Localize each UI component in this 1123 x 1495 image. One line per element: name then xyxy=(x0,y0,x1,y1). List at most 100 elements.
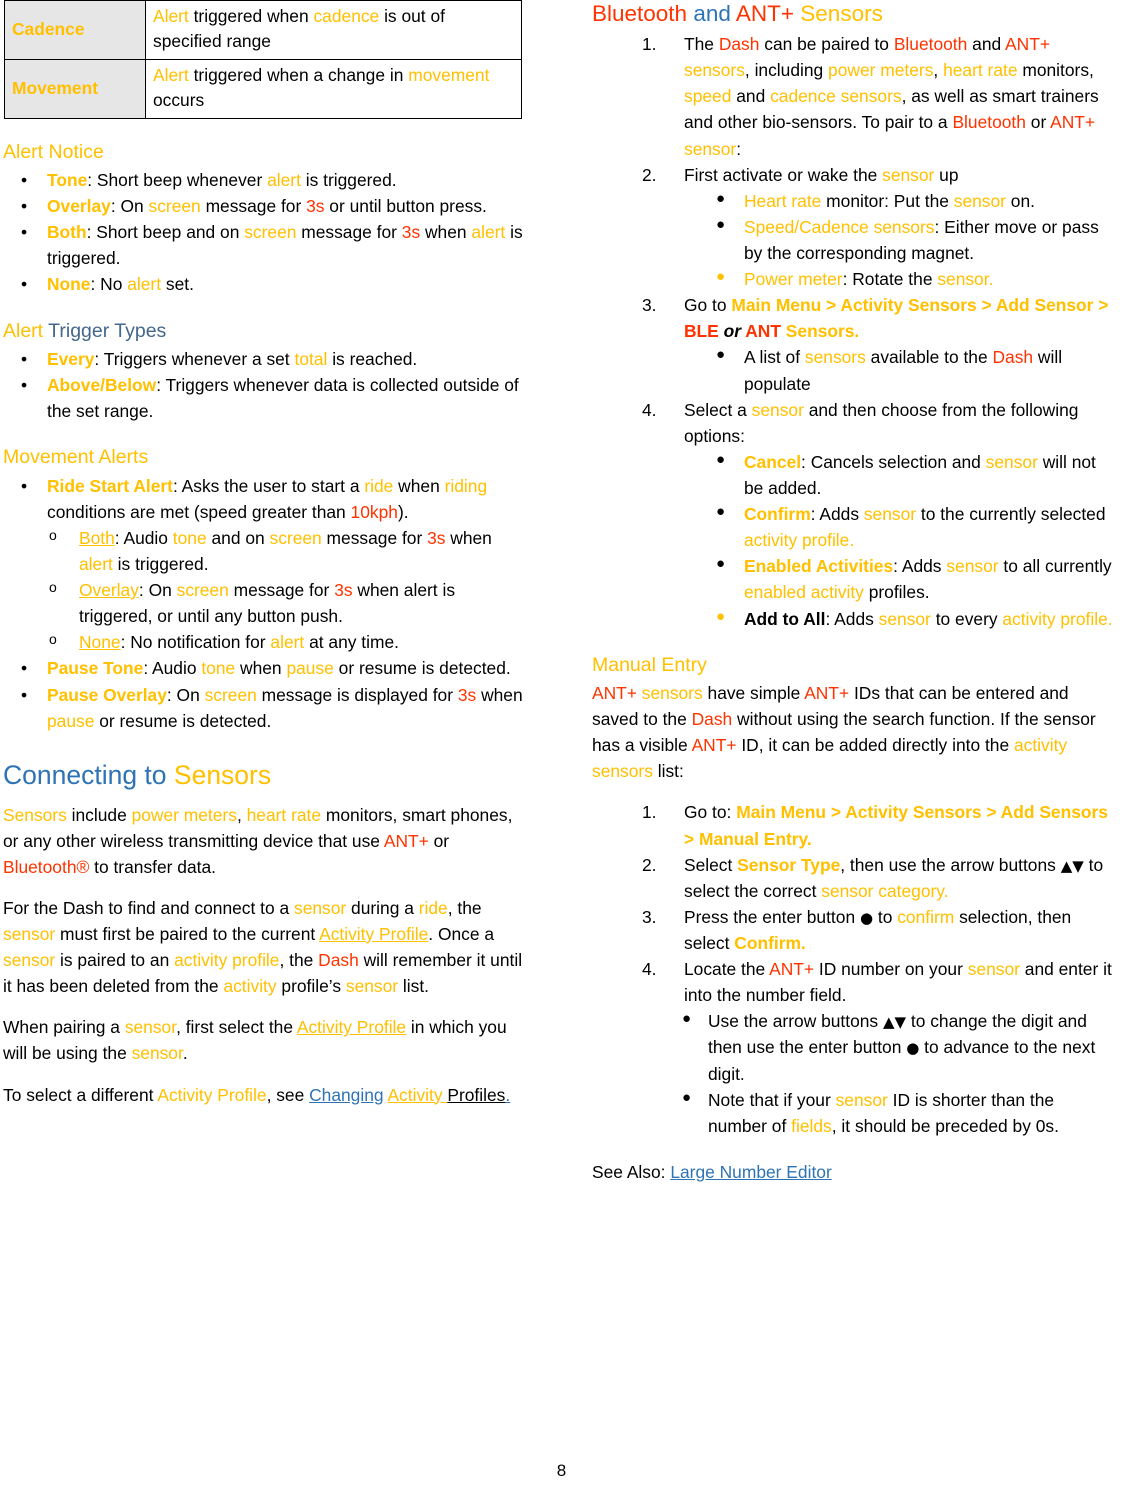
text-run: sensor xyxy=(751,399,804,420)
sub-list-item-text: Power meter: Rotate the sensor. xyxy=(744,269,993,289)
text-run: ▲ xyxy=(882,1013,895,1032)
bullet-icon: ● xyxy=(716,503,726,521)
text-run: Bluetooth xyxy=(952,112,1026,133)
text-run: during a xyxy=(346,897,419,918)
bullet-icon: • xyxy=(21,274,28,295)
text-run: ▼ xyxy=(1072,856,1084,875)
right-column: Bluetooth and ANT+ Sensors 1. The Dash ca… xyxy=(592,0,1113,1200)
text-run: ANT+ xyxy=(735,1,795,26)
step-text: Press the enter button ● to confirm sele… xyxy=(684,907,1071,953)
text-run: Go to xyxy=(684,295,732,316)
text-run: speed xyxy=(684,86,732,107)
text-run: Go to: xyxy=(684,802,737,823)
text-run: is triggered. xyxy=(300,170,397,190)
sub-list-item: ● Cancel: Cancels selection and sensor wi… xyxy=(592,449,1113,501)
text-run: sensor xyxy=(131,1043,183,1064)
text-run: ID, it can be added directly into the xyxy=(736,735,1014,756)
text-run: have simple xyxy=(702,683,805,704)
list-item-label: Tone xyxy=(47,170,88,190)
text-run: triggered when xyxy=(188,6,314,26)
text-run: can be paired to xyxy=(759,34,894,55)
text-run: conditions are met (speed greater than xyxy=(47,501,351,522)
list-item: 2. First activate or wake the sensor up xyxy=(592,162,1113,188)
text-run: or xyxy=(428,830,450,851)
text-run: set. xyxy=(161,274,194,295)
list-item-label: Ride Start Alert xyxy=(47,475,173,496)
text-run: power meters xyxy=(131,804,237,825)
table-row: Cadence Alert triggered when cadence is … xyxy=(4,0,522,60)
text-run: Confirm. xyxy=(734,933,806,953)
text-run: screen xyxy=(204,684,257,705)
text-run: ANT+ xyxy=(1050,112,1096,133)
paragraph-sensors-include: Sensors include power meters, heart rate… xyxy=(3,802,524,880)
text-run: activity profile xyxy=(174,950,280,971)
list-item-text: : No alert set. xyxy=(90,274,193,294)
text-run: tone xyxy=(172,527,207,548)
text-run: : Short beep whenever xyxy=(87,170,268,190)
list-item-label: Pause Overlay xyxy=(47,684,167,705)
list-item-label: Above/Below xyxy=(47,375,157,396)
text-run: or resume is detected. xyxy=(94,710,272,731)
text-run: cadence xyxy=(313,6,380,26)
text-run: Locate the xyxy=(684,959,770,980)
text-run: when xyxy=(476,684,523,705)
step-text: Go to Main Menu > Activity Sensors > Add… xyxy=(684,295,1108,341)
text-run: ● xyxy=(859,908,874,927)
list-item: 3. Go to Main Menu > Activity Sensors > A… xyxy=(592,292,1113,344)
list-item: 4. Locate the ANT+ ID number on your sens… xyxy=(592,956,1113,1008)
paragraph-pairing-requirement: For the Dash to find and connect to a se… xyxy=(3,895,524,999)
text-run: Enabled Activities xyxy=(744,556,894,577)
sub-list-item: ● Use the arrow buttons ▲▼ to change the … xyxy=(592,1008,1113,1086)
text-run: ANT+ xyxy=(383,830,429,851)
link-large-number-editor[interactable]: Large Number Editor xyxy=(670,1162,831,1182)
see-also-line: See Also: Large Number Editor xyxy=(592,1159,1113,1185)
text-run: ▲ xyxy=(1060,856,1073,875)
text-run: riding xyxy=(444,475,488,496)
text-run: fields xyxy=(791,1115,832,1136)
text-run: or until button press. xyxy=(324,196,487,217)
text-run: Profiles xyxy=(447,1084,506,1105)
step-number: 2. xyxy=(642,854,657,875)
text-run: : Audio xyxy=(143,658,202,679)
text-run: message is displayed for xyxy=(256,684,458,705)
text-run: : No xyxy=(90,274,128,295)
text-run: message for xyxy=(228,580,335,601)
text-run: pause xyxy=(286,658,334,679)
text-run: : Rotate the xyxy=(842,269,938,290)
text-run: up xyxy=(934,164,959,185)
bullet-icon: ● xyxy=(682,1088,692,1106)
circle-bullet-icon: o xyxy=(49,526,57,543)
text-run: : Triggers whenever a set xyxy=(94,348,295,369)
sub-list-item-label: None xyxy=(79,632,121,653)
text-run: Sensor Type xyxy=(737,854,841,875)
circle-bullet-icon: o xyxy=(49,631,57,648)
text-run: list: xyxy=(652,761,684,782)
step-text: Locate the ANT+ ID number on your sensor… xyxy=(684,959,1112,1005)
text-run: Note that if your xyxy=(708,1089,836,1110)
text-run: sensors xyxy=(804,347,866,368)
text-run: , it should be preceded by 0s. xyxy=(831,1115,1059,1136)
text-run: : xyxy=(736,138,742,159)
paragraph-manual-entry-intro: ANT+ sensors have simple ANT+ IDs that c… xyxy=(592,680,1113,784)
list-item: 1. Go to: Main Menu > Activity Sensors > … xyxy=(592,799,1113,851)
text-run: when xyxy=(420,222,472,243)
list-item: • Both: Short beep and on screen message … xyxy=(3,219,524,271)
text-run: alert xyxy=(270,632,305,653)
text-run: available to the xyxy=(865,347,993,368)
text-run: Alert Notice xyxy=(3,140,104,163)
table-cell-value: Alert triggered when a change in movemen… xyxy=(145,58,522,119)
step-number: 4. xyxy=(642,399,657,420)
table-cell-key: Movement xyxy=(4,58,146,119)
text-run: Power meter xyxy=(744,269,843,290)
sub-list-item-label: Overlay xyxy=(79,580,139,601)
text-run: Sensors xyxy=(173,759,272,790)
sub-list-item: o Overlay: On screen message for 3s when … xyxy=(3,577,524,629)
text-run: Heart rate xyxy=(744,190,822,211)
text-run: Activity Profile xyxy=(296,1017,407,1038)
text-run: Trigger Types xyxy=(43,319,167,342)
bullet-icon: • xyxy=(21,475,28,496)
list-item-label: Both xyxy=(47,222,87,243)
text-run: screen xyxy=(244,222,297,243)
text-run: Dash xyxy=(691,709,733,730)
text-run: The xyxy=(684,34,719,55)
